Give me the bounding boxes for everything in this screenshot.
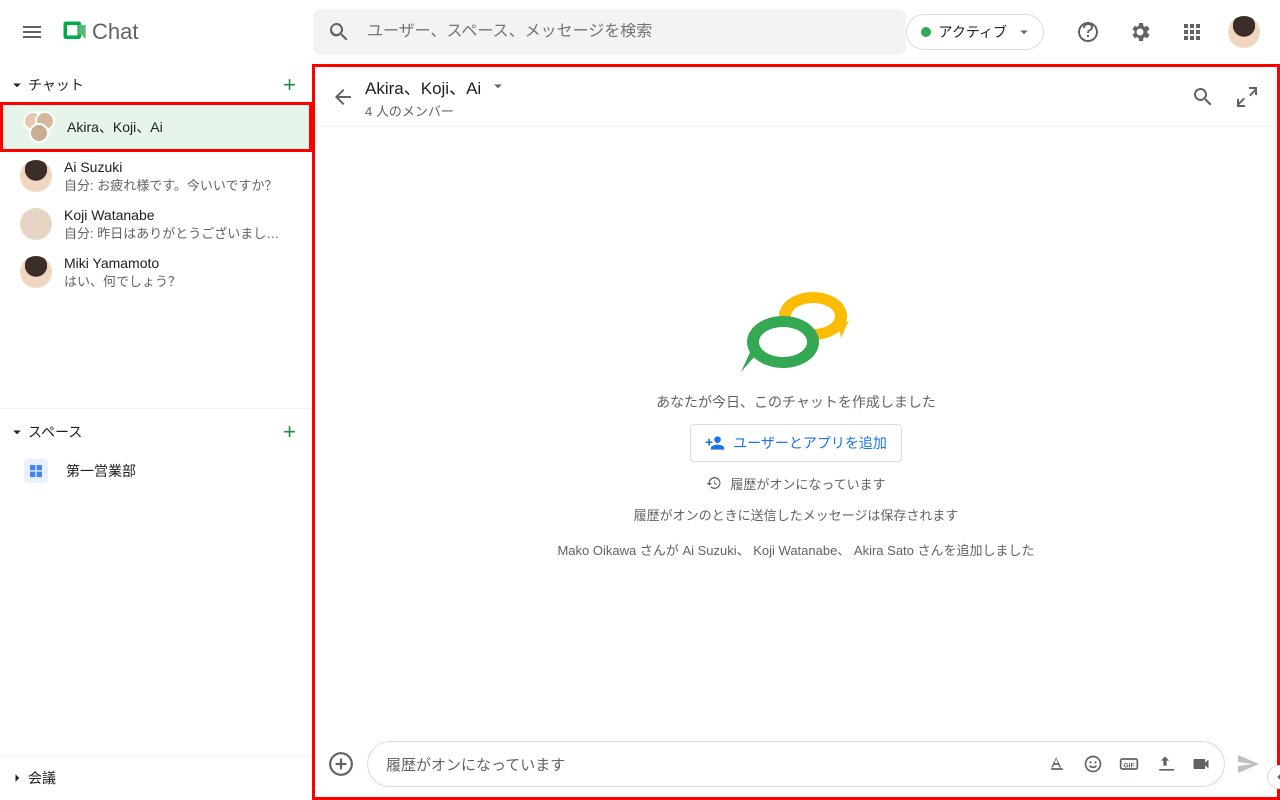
gif-button[interactable]: GIF	[1112, 747, 1146, 781]
group-avatar-icon	[23, 111, 55, 143]
section-meetings-label: 会議	[28, 768, 56, 788]
space-item[interactable]: 第一営業部	[0, 449, 312, 493]
app-header: Chat アクティブ	[0, 0, 1280, 64]
search-in-chat-button[interactable]	[1181, 75, 1225, 119]
history-note: 履歴がオンのときに送信したメッセージは保存されます	[634, 505, 959, 524]
emoji-button[interactable]	[1076, 747, 1110, 781]
apps-grid-icon	[1180, 20, 1204, 44]
message-input[interactable]: 履歴がオンになっています GIF	[367, 741, 1225, 787]
chat-item[interactable]: Koji Watanabe 自分: 昨日はありがとうございました…	[0, 200, 304, 248]
chat-item-name: Miki Yamamoto	[64, 255, 181, 271]
chat-item-group[interactable]: Akira、Koji、Ai	[0, 102, 312, 152]
help-button[interactable]	[1064, 8, 1112, 56]
chat-item[interactable]: Ai Suzuki 自分: お疲れ様です。今いいですか？	[0, 152, 304, 200]
composer-add-button[interactable]	[321, 744, 361, 784]
section-chats-label: チャット	[28, 75, 84, 95]
caret-down-icon	[8, 76, 26, 94]
message-placeholder: 履歴がオンになっています	[386, 754, 1040, 775]
search-button[interactable]	[319, 12, 359, 52]
conversation-title-button[interactable]: Akira、Koji、Ai	[365, 74, 507, 99]
arrow-back-icon	[331, 85, 355, 109]
status-label: アクティブ	[939, 22, 1007, 42]
conversation-header: Akira、Koji、Ai 4 人のメンバー	[315, 67, 1277, 127]
gif-icon: GIF	[1119, 754, 1139, 774]
main-menu-button[interactable]	[8, 8, 56, 56]
svg-text:GIF: GIF	[1123, 762, 1134, 769]
members-added-text: Mako Oikawa さんが Ai Suzuki、 Koji Watanabe…	[557, 536, 1034, 559]
upload-icon	[1155, 754, 1175, 774]
caret-right-icon	[8, 769, 26, 787]
new-chat-button[interactable]: +	[283, 72, 300, 98]
user-avatar-icon	[1228, 16, 1260, 48]
section-meetings-header[interactable]: 会議	[0, 755, 312, 800]
status-dot-icon	[921, 27, 931, 37]
conversation-body: あなたが今日、このチャットを作成しました ユーザーとアプリを追加 履歴がオンにな…	[315, 127, 1277, 731]
search-icon	[1191, 85, 1215, 109]
conversation-title: Akira、Koji、Ai	[365, 74, 481, 99]
conversation-pane: Akira、Koji、Ai 4 人のメンバー	[312, 64, 1280, 800]
space-item-name: 第一営業部	[66, 461, 136, 481]
app-logo[interactable]: Chat	[56, 18, 138, 46]
conversation-subtitle: 4 人のメンバー	[365, 99, 507, 120]
sidebar: チャット + Akira、Koji、Ai Ai Suzuki 自分: お	[0, 64, 312, 800]
video-button[interactable]	[1184, 747, 1218, 781]
history-status: 履歴がオンになっています	[706, 474, 885, 493]
composer: 履歴がオンになっています GIF	[315, 731, 1277, 797]
section-chats-header[interactable]: チャット +	[0, 68, 312, 102]
video-icon	[1191, 754, 1211, 774]
hamburger-icon	[20, 20, 44, 44]
space-icon	[24, 459, 48, 483]
upload-button[interactable]	[1148, 747, 1182, 781]
new-space-button[interactable]: +	[283, 419, 300, 445]
section-spaces-label: スペース	[28, 422, 82, 442]
chat-item-name: Akira、Koji、Ai	[67, 117, 163, 137]
chat-item-preview: 自分: お疲れ様です。今いいですか？	[64, 175, 278, 194]
avatar-icon	[20, 208, 52, 240]
search-bar[interactable]	[313, 9, 906, 55]
add-users-button[interactable]: ユーザーとアプリを追加	[690, 424, 902, 462]
chat-item-name: Ai Suzuki	[64, 159, 278, 175]
chat-item-name: Koji Watanabe	[64, 207, 288, 223]
chat-illustration-icon	[731, 280, 861, 380]
send-icon	[1236, 752, 1260, 776]
account-button[interactable]	[1220, 8, 1268, 56]
chevron-left-icon	[1272, 770, 1280, 784]
avatar-icon	[20, 160, 52, 192]
add-users-label: ユーザーとアプリを追加	[733, 433, 887, 453]
plus-circle-icon	[328, 751, 354, 777]
format-button[interactable]	[1040, 747, 1074, 781]
chat-item-preview: はい、何でしょう？	[64, 271, 181, 290]
history-icon	[706, 475, 722, 491]
chevron-down-icon	[489, 77, 507, 95]
settings-button[interactable]	[1116, 8, 1164, 56]
caret-down-icon	[8, 423, 26, 441]
back-button[interactable]	[321, 75, 365, 119]
person-add-icon	[705, 433, 725, 453]
chat-item[interactable]: Miki Yamamoto はい、何でしょう？	[0, 248, 304, 296]
status-selector[interactable]: アクティブ	[906, 14, 1044, 50]
gear-icon	[1128, 20, 1152, 44]
apps-button[interactable]	[1168, 8, 1216, 56]
search-icon	[327, 20, 351, 44]
chevron-down-icon	[1015, 23, 1033, 41]
collapse-icon	[1235, 85, 1259, 109]
collapse-button[interactable]	[1225, 75, 1269, 119]
app-title: Chat	[92, 19, 138, 45]
chat-item-preview: 自分: 昨日はありがとうございました…	[64, 223, 288, 242]
help-icon	[1076, 20, 1100, 44]
chat-logo-icon	[60, 18, 88, 46]
avatar-icon	[20, 256, 52, 288]
created-text: あなたが今日、このチャットを作成しました	[656, 392, 936, 412]
format-icon	[1047, 754, 1067, 774]
send-button[interactable]	[1231, 747, 1265, 781]
section-spaces-header[interactable]: スペース +	[0, 408, 312, 449]
search-input[interactable]	[359, 23, 900, 41]
emoji-icon	[1083, 754, 1103, 774]
history-on-label: 履歴がオンになっています	[730, 474, 885, 493]
